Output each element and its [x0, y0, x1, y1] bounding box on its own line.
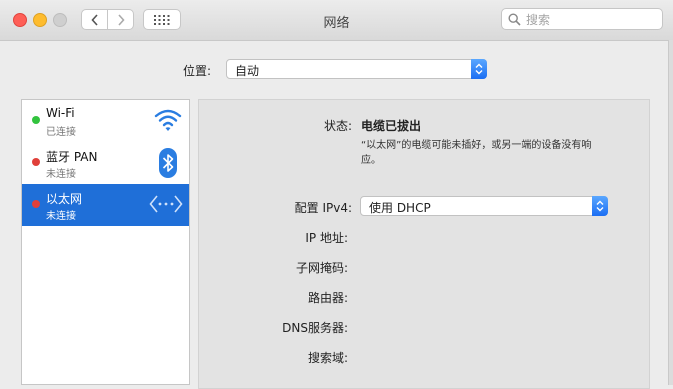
- location-value: 自动: [235, 64, 260, 78]
- subnet-mask-label: 子网掩码:: [295, 261, 348, 275]
- search-domain-label: 搜索域:: [307, 351, 348, 365]
- select-arrows-icon: [592, 196, 608, 216]
- search-input[interactable]: [524, 10, 662, 30]
- select-arrows-icon: [471, 59, 487, 79]
- service-list[interactable]: Wi-Fi 已连接 蓝牙 PAN 未连接 以太网 未连接: [21, 99, 190, 385]
- service-name: 蓝牙 PAN: [46, 150, 98, 164]
- location-select[interactable]: 自动: [226, 59, 487, 79]
- window-edge: [668, 40, 673, 385]
- configure-ipv4-select[interactable]: 使用 DHCP: [360, 196, 608, 216]
- status-description: “以太网”的电缆可能未插好，或另一端的设备没有响应。: [361, 140, 592, 166]
- wifi-icon: [154, 109, 182, 131]
- configure-ipv4-label: 配置 IPv4:: [294, 201, 352, 215]
- status-value: 电缆已拔出: [361, 119, 422, 133]
- ethernet-icon: [149, 195, 183, 213]
- status-dot: [32, 200, 40, 208]
- bluetooth-icon: [159, 148, 177, 178]
- router-label: 路由器:: [307, 291, 348, 305]
- service-status: 未连接: [46, 169, 76, 180]
- service-item-wifi[interactable]: Wi-Fi 已连接: [22, 100, 189, 142]
- status-dot: [32, 158, 40, 166]
- search-icon: [508, 13, 521, 26]
- status-dot: [32, 116, 40, 124]
- service-item-bluetooth-pan[interactable]: 蓝牙 PAN 未连接: [22, 142, 189, 184]
- title-bar: 网络: [0, 0, 673, 41]
- service-status: 未连接: [46, 211, 76, 222]
- configure-ipv4-value: 使用 DHCP: [369, 201, 431, 215]
- dns-server-label: DNS服务器:: [282, 321, 348, 335]
- search-field[interactable]: [501, 8, 663, 30]
- service-name: 以太网: [46, 192, 83, 206]
- ip-address-label: IP 地址:: [305, 231, 348, 245]
- status-label: 状态:: [323, 119, 352, 133]
- service-item-ethernet[interactable]: 以太网 未连接: [22, 184, 189, 226]
- service-name: Wi-Fi: [46, 106, 75, 120]
- service-status: 已连接: [46, 127, 76, 138]
- location-label: 位置:: [183, 64, 212, 78]
